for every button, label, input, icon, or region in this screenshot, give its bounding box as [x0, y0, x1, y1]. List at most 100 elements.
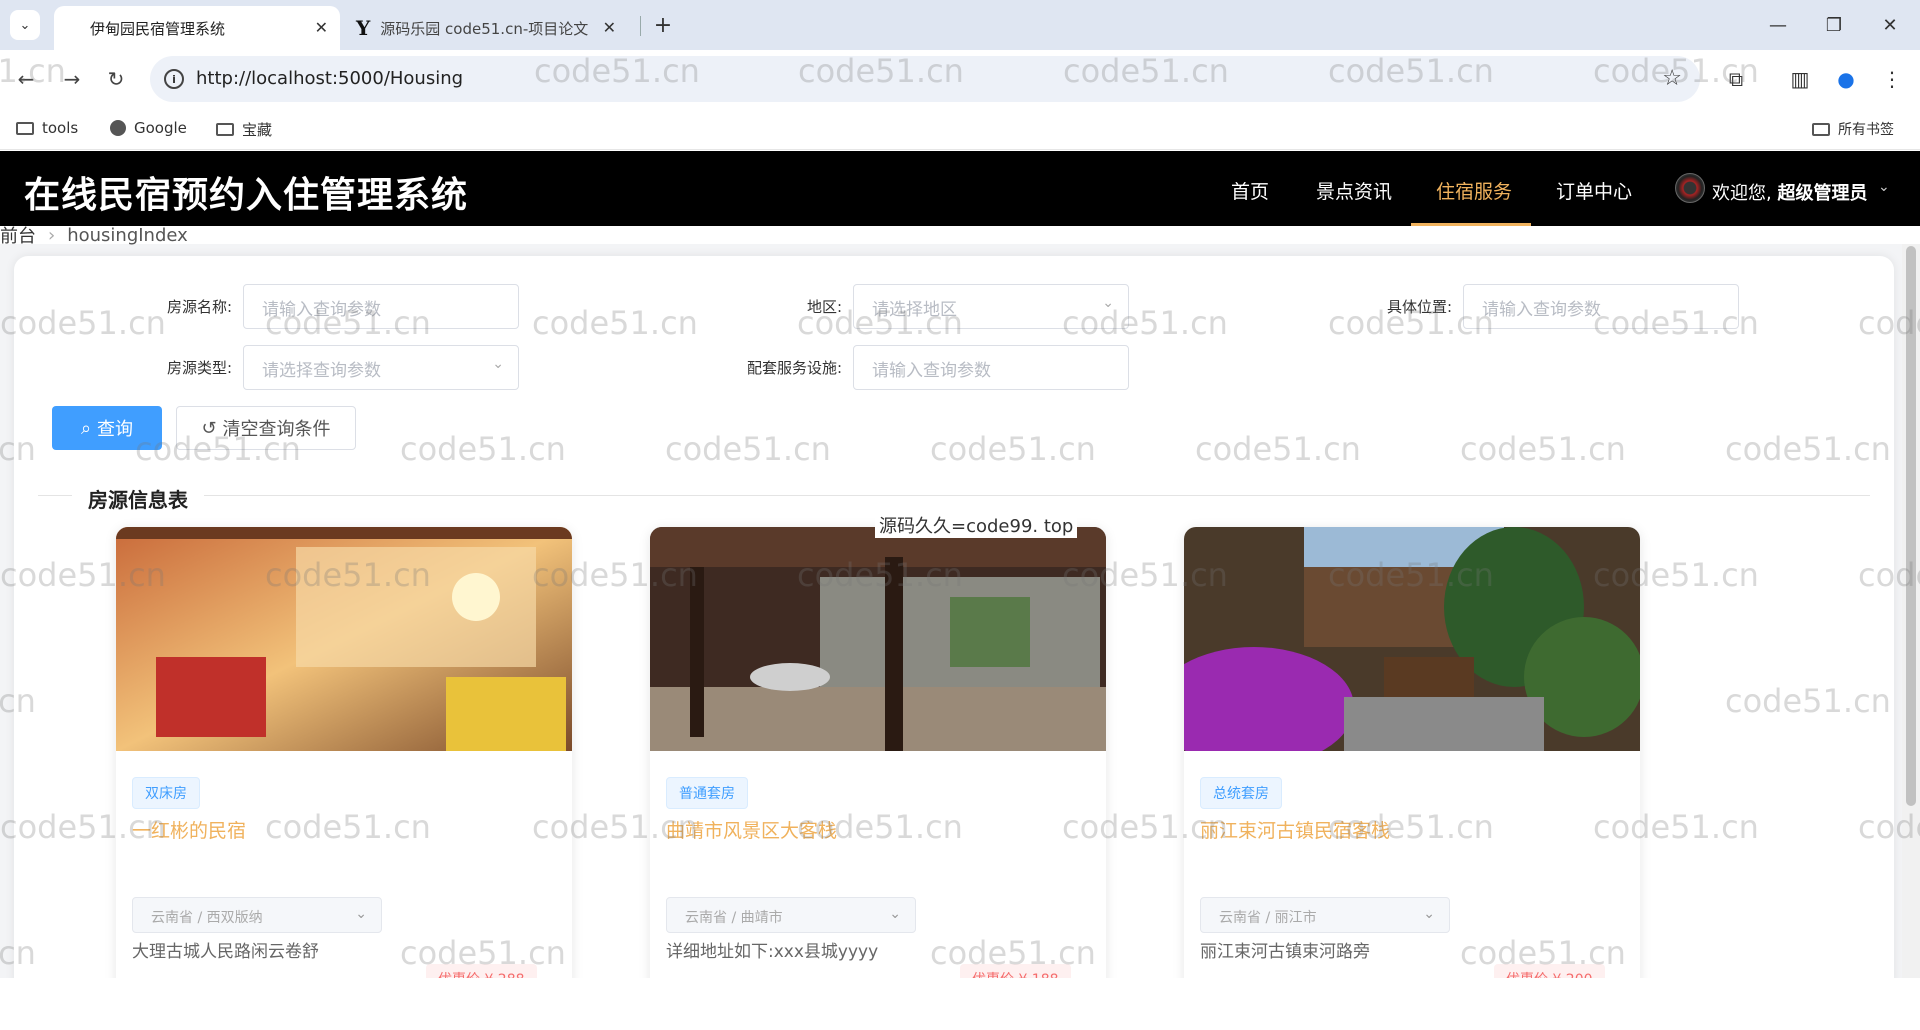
room-type-tag: 普通套房: [666, 777, 748, 809]
tab-close-icon[interactable]: ✕: [603, 18, 616, 37]
globe-icon: [110, 120, 126, 136]
tab-title: 源码乐园 code51.cn-项目论文: [380, 19, 589, 38]
housing-name[interactable]: 曲靖市风景区大客栈: [666, 816, 837, 843]
housing-address: 大理古城人民路闲云卷舒: [132, 942, 319, 962]
section-title: 房源信息表: [72, 484, 204, 513]
folder-icon: [1812, 122, 1830, 136]
tab-active[interactable]: 伊甸园民宿管理系统 ✕: [54, 6, 340, 50]
bookmark-label: 所有书签: [1838, 122, 1894, 138]
location-input[interactable]: 请输入查询参数: [1463, 284, 1739, 329]
tab-search-button[interactable]: ⌄: [10, 10, 40, 40]
bottom-strip: [0, 978, 1920, 1030]
restore-icon[interactable]: ❐: [1814, 10, 1854, 40]
region-cascader: 云南省 / 西双版纳 ⌄: [132, 897, 382, 933]
user-menu[interactable]: 欢迎您, 超级管理员: [1712, 179, 1867, 205]
region-cascader: 云南省 / 曲靖市 ⌄: [666, 897, 916, 933]
welcome-text: 欢迎您,: [1712, 183, 1772, 204]
nav-housing[interactable]: 住宿服务: [1436, 177, 1512, 204]
section-divider: [38, 495, 1870, 496]
bookmark-treasure[interactable]: 宝藏: [216, 119, 272, 140]
folder-icon: [216, 123, 234, 136]
chevron-down-icon: ⌄: [889, 906, 901, 922]
housing-address: 详细地址如下:xxx县城yyyy: [666, 942, 879, 962]
facility-input[interactable]: 请输入查询参数: [853, 345, 1129, 390]
site-info-icon[interactable]: i: [164, 69, 184, 89]
menu-icon[interactable]: ⋮: [1876, 63, 1908, 95]
overlay-text: 源码久久=code99. top: [875, 512, 1078, 538]
chevron-right-icon: ›: [48, 224, 56, 246]
bookmark-all[interactable]: 所有书签: [1812, 119, 1894, 139]
sidepanel-icon[interactable]: ▥: [1784, 63, 1816, 95]
bookmark-tools[interactable]: tools: [16, 119, 78, 137]
housing-image[interactable]: [1184, 527, 1640, 751]
housing-card[interactable]: 双床房 一红彬的民宿 云南省 / 西双版纳 ⌄ 大理古城人民路闲云卷舒 优惠价 …: [116, 527, 572, 997]
refresh-icon: ↺: [201, 417, 217, 439]
housing-name[interactable]: 丽江束河古镇民宿客栈: [1200, 816, 1390, 843]
room-type-tag: 双床房: [132, 777, 200, 809]
chevron-down-icon: ⌄: [492, 356, 504, 372]
minimize-icon[interactable]: —: [1758, 10, 1798, 40]
tab-separator: [640, 16, 641, 36]
reload-icon[interactable]: ↻: [100, 63, 132, 95]
bookmark-star-icon[interactable]: ☆: [1662, 66, 1682, 91]
type-label: 房源类型:: [166, 359, 232, 377]
nav-attractions[interactable]: 景点资讯: [1316, 177, 1392, 204]
housing-address: 丽江束河古镇束河路旁: [1200, 942, 1370, 962]
name-label: 房源名称:: [166, 298, 232, 316]
username: 超级管理员: [1777, 183, 1868, 204]
back-icon[interactable]: ←: [10, 63, 42, 95]
region-placeholder: 请选择地区: [872, 300, 957, 320]
app-header: 在线民宿预约入住管理系统 首页 景点资讯 住宿服务 订单中心 欢迎您, 超级管理…: [0, 151, 1920, 226]
bookmarks-bar: tools Google 宝藏 所有书签: [0, 108, 1920, 150]
avatar[interactable]: [1675, 173, 1705, 203]
new-tab-button[interactable]: +: [648, 10, 678, 40]
type-select[interactable]: 请选择查询参数 ⌄: [243, 345, 519, 390]
bookmark-label: 宝藏: [242, 121, 273, 139]
scrollbar-thumb[interactable]: [1906, 246, 1916, 806]
housing-card[interactable]: 普通套房 曲靖市风景区大客栈 云南省 / 曲靖市 ⌄ 详细地址如下:xxx县城y…: [650, 527, 1106, 997]
housing-image[interactable]: [116, 527, 572, 751]
tab-title: 伊甸园民宿管理系统: [90, 19, 226, 38]
nav-orders[interactable]: 订单中心: [1556, 177, 1632, 204]
nav-home[interactable]: 首页: [1231, 177, 1269, 204]
forward-icon[interactable]: →: [56, 63, 88, 95]
extensions-icon[interactable]: ⧉: [1720, 63, 1752, 95]
query-label: 查询: [97, 419, 134, 440]
bookmark-label: tools: [42, 119, 79, 137]
housing-name[interactable]: 一红彬的民宿: [132, 816, 246, 843]
bookmark-label: Google: [134, 119, 187, 137]
type-placeholder: 请选择查询参数: [262, 361, 381, 381]
omnibox[interactable]: i http://localhost:5000/Housing ☆: [150, 56, 1700, 102]
breadcrumb-home[interactable]: 前台: [0, 222, 36, 248]
housing-image[interactable]: [650, 527, 1106, 751]
tab-inactive[interactable]: Y 源码乐园 code51.cn-项目论文 ✕: [344, 6, 628, 50]
region-text: 云南省 / 曲靖市: [685, 910, 783, 926]
profile-icon[interactable]: ●: [1830, 63, 1862, 95]
tab-close-icon[interactable]: ✕: [315, 18, 328, 37]
region-text: 云南省 / 西双版纳: [151, 910, 263, 926]
url-text[interactable]: http://localhost:5000/Housing: [196, 68, 463, 89]
facility-label: 配套服务设施:: [746, 359, 842, 377]
housing-card[interactable]: 总统套房 丽江束河古镇民宿客栈 云南省 / 丽江市 ⌄ 丽江束河古镇束河路旁 优…: [1184, 527, 1640, 997]
favicon-icon: Y: [356, 16, 371, 40]
chevron-down-icon[interactable]: ⌄: [1878, 179, 1890, 195]
query-button[interactable]: ⌕ 查询: [52, 406, 162, 450]
address-bar: ← → ↻ i http://localhost:5000/Housing ☆ …: [0, 50, 1920, 108]
breadcrumb: 前台 › housingIndex: [0, 222, 188, 248]
clear-button[interactable]: ↺ 清空查询条件: [176, 406, 356, 450]
chevron-down-icon: ⌄: [1102, 295, 1114, 311]
chevron-down-icon: ⌄: [1423, 906, 1435, 922]
location-label: 具体位置:: [1386, 298, 1452, 316]
room-type-tag: 总统套房: [1200, 777, 1282, 809]
breadcrumb-current: housingIndex: [67, 224, 188, 246]
region-label: 地区:: [806, 298, 842, 316]
nav-active-indicator: [1411, 223, 1531, 226]
region-cascader: 云南省 / 丽江市 ⌄: [1200, 897, 1450, 933]
close-window-icon[interactable]: ✕: [1870, 10, 1910, 40]
clear-label: 清空查询条件: [222, 419, 331, 440]
name-input[interactable]: 请输入查询参数: [243, 284, 519, 329]
scrollbar[interactable]: [1902, 244, 1920, 978]
browser-tabstrip: ⌄ 伊甸园民宿管理系统 ✕ Y 源码乐园 code51.cn-项目论文 ✕ + …: [0, 0, 1920, 50]
bookmark-google[interactable]: Google: [110, 119, 187, 137]
region-select[interactable]: 请选择地区 ⌄: [853, 284, 1129, 329]
